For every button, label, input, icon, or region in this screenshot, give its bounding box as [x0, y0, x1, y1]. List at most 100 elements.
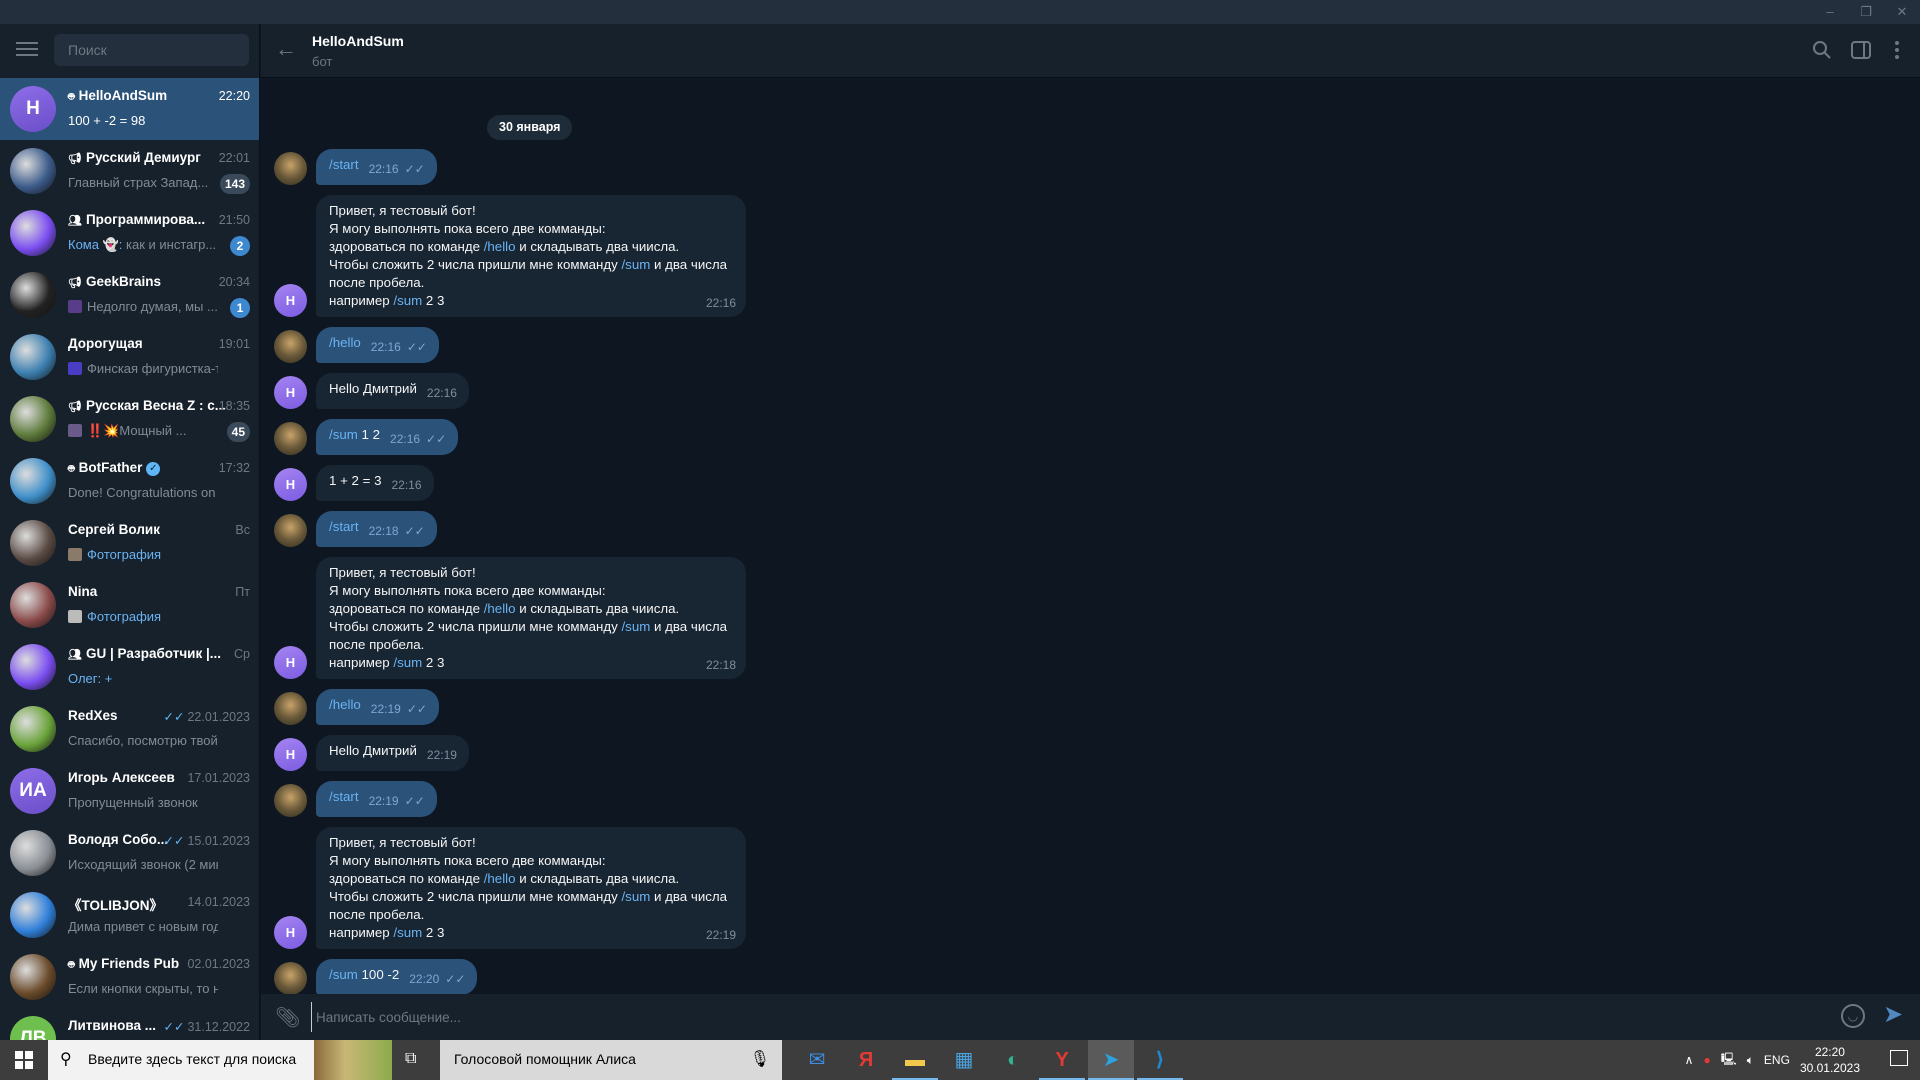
command-link[interactable]: /hello [484, 871, 516, 886]
chat-list-item[interactable]: RedXes ✓✓ 22.01.2023 Спасибо, посмотрю твой… [0, 698, 259, 760]
chat-list-item[interactable]: Володя Собо... ✓✓ 15.01.2023 Исходящий звон… [0, 822, 259, 884]
language-indicator[interactable]: ENG [1764, 1053, 1790, 1067]
vscode-taskbar-icon[interactable]: ⟩ [1137, 1040, 1183, 1080]
message-text: и два числа [650, 889, 728, 904]
yandex-browser-taskbar-icon[interactable]: Y [1039, 1040, 1085, 1080]
bot-avatar[interactable]: H [274, 916, 307, 949]
volume-icon[interactable]: 🔈︎ [1747, 1053, 1754, 1068]
command-link[interactable]: /sum [393, 925, 422, 940]
chat-list-item[interactable]: 📢︎ Русская Весна Z : с... 18:35 ‼️💥Мощный .… [0, 388, 259, 450]
emoji-icon[interactable]: ◡ [1841, 1004, 1865, 1028]
message-text: и два числа [650, 619, 728, 634]
command-link[interactable]: /sum [621, 257, 650, 272]
chat-list-item[interactable]: 📢︎ GeekBrains 20:34 Недолго думая, мы ... 1 [0, 264, 259, 326]
command-link[interactable]: /sum [621, 619, 650, 634]
command-link[interactable]: /hello [484, 239, 516, 254]
clock[interactable]: 22:20 30.01.2023 [1800, 1044, 1860, 1076]
task-view-icon[interactable]: ⧉ [405, 1050, 416, 1068]
bot-avatar[interactable]: H [274, 738, 307, 771]
alice-voice-assistant[interactable]: Голосовой помощник Алиса 🎙︎ [440, 1040, 782, 1080]
chat-list-item[interactable]: ИА Игорь Алексеев 17.01.2023 Пропущенный зв… [0, 760, 259, 822]
command-link[interactable]: /sum [393, 655, 422, 670]
telegram-taskbar-icon[interactable]: ➤ [1088, 1040, 1134, 1080]
bot-icon: 🤖︎ [68, 959, 75, 971]
attach-icon[interactable]: 📎︎ [275, 1005, 300, 1030]
user-avatar[interactable] [274, 962, 307, 994]
chat-list-item[interactable]: Дорогущая 19:01Финская фигуристка-тр... [0, 326, 259, 388]
user-avatar[interactable] [274, 784, 307, 817]
chat-list-item[interactable]: 🤖︎ BotFather ✓ 17:32 Done! Congratulations o… [0, 450, 259, 512]
bot-avatar[interactable]: H [274, 468, 307, 501]
message-line: Я могу выполнять пока всего две комманды… [329, 582, 733, 600]
more-options-icon[interactable] [1885, 38, 1909, 62]
avatar: ИА [10, 768, 56, 814]
command-link[interactable]: /hello [484, 601, 516, 616]
user-avatar[interactable] [274, 514, 307, 547]
outgoing-message: /start 22:16 ✓✓ [316, 149, 437, 185]
double-check-icon: ✓✓ [406, 702, 427, 716]
command-link[interactable]: /hello [329, 697, 361, 712]
chat-list-item[interactable]: Сергей Волик Вс Фотография [0, 512, 259, 574]
bot-icon: 🤖︎ [68, 91, 75, 103]
command-link[interactable]: /start [329, 789, 359, 804]
chat-list-item[interactable]: 《TOLIBJON》 14.01.2023 Дима привет с новым … [0, 884, 259, 946]
chat-name-text: GeekBrains [85, 274, 162, 289]
tray-expand-icon[interactable]: ∧ [1685, 1053, 1694, 1067]
user-avatar[interactable] [274, 152, 307, 185]
chat-list-item[interactable]: 📢︎ Русский Демиург 22:01 Главный страх Запа… [0, 140, 259, 202]
notifications-icon[interactable] [1890, 1050, 1908, 1066]
chat-list-item[interactable]: 👥︎ GU | Разработчик |... Ср Олег: + [0, 636, 259, 698]
unread-badge: 45 [226, 422, 250, 442]
group-icon: 👥︎ [68, 649, 82, 661]
chat-list-item[interactable]: Nina Пт Фотография [0, 574, 259, 636]
chat-list-item[interactable]: ЛВ Литвинова ... ✓✓ 31.12.2022 [0, 1008, 259, 1040]
user-avatar[interactable] [274, 330, 307, 363]
chat-title[interactable]: HelloAndSum [312, 33, 404, 49]
bot-avatar[interactable]: H [274, 284, 307, 317]
command-link[interactable]: /sum [329, 967, 358, 982]
chat-name-text: BotFather [78, 460, 143, 475]
user-avatar[interactable] [274, 692, 307, 725]
chat-preview: Спасибо, посмотрю твой к... [68, 733, 218, 748]
command-link[interactable]: /hello [329, 335, 361, 350]
mail-taskbar-icon[interactable]: ✉ [794, 1040, 840, 1080]
outgoing-message: /hello 22:16 ✓✓ [316, 327, 439, 363]
bot-avatar[interactable]: H [274, 646, 307, 679]
avatar [10, 582, 56, 628]
command-link[interactable]: /sum [329, 427, 358, 442]
back-arrow-icon[interactable]: ← [275, 36, 297, 62]
search-input[interactable] [54, 34, 249, 66]
command-link[interactable]: /sum [393, 293, 422, 308]
taskbar-search[interactable]: ⚲ Введите здесь текст для поиска [48, 1040, 392, 1080]
search-icon[interactable] [1810, 38, 1834, 62]
message-time: 22:19 [705, 928, 736, 942]
command-link[interactable]: /start [329, 519, 359, 534]
message-input[interactable] [311, 1002, 1771, 1032]
chat-list-item[interactable]: 👥︎ Программирова... 21:50 Кома 👻: как и инс… [0, 202, 259, 264]
maximize-button[interactable]: ❐ [1848, 0, 1884, 24]
message-line: Чтобы сложить 2 числа пришли мне комманд… [329, 256, 733, 274]
minimize-button[interactable]: – [1812, 0, 1848, 24]
hamburger-menu-icon[interactable] [16, 42, 38, 58]
chat-list-item[interactable]: H 🤖︎ HelloAndSum 22:20 100 + -2 = 98 [0, 78, 259, 140]
store-taskbar-icon[interactable]: ▦ [941, 1040, 987, 1080]
bot-avatar[interactable]: H [274, 376, 307, 409]
network-icon[interactable]: 🖳︎ [1721, 1050, 1737, 1071]
edge-taskbar-icon[interactable]: ◐ [990, 1040, 1036, 1080]
microphone-muted-icon[interactable]: 🎙︎ [750, 1049, 770, 1069]
command-link[interactable]: /start [329, 157, 359, 172]
close-button[interactable]: ✕ [1884, 0, 1920, 24]
yandex-taskbar-icon[interactable]: Я [843, 1040, 889, 1080]
command-link[interactable]: /sum [621, 889, 650, 904]
chat-list-item[interactable]: 🤖︎ My Friends Pub 02.01.2023 Если кнопки ск… [0, 946, 259, 1008]
user-avatar[interactable] [274, 422, 307, 455]
chat-name: 🤖︎ BotFather ✓ [68, 460, 161, 477]
chat-name-text: HelloAndSum [78, 88, 168, 103]
explorer-taskbar-icon[interactable]: ▬ [892, 1040, 938, 1080]
sidebar-toggle-icon[interactable] [1849, 38, 1873, 62]
double-check-icon: ✓✓ [406, 340, 427, 354]
antivirus-icon[interactable]: ● [1703, 1053, 1710, 1067]
send-icon[interactable]: ➤ [1883, 1000, 1903, 1029]
windows-start-icon[interactable] [0, 1040, 48, 1080]
message-text: 2 3 [422, 293, 445, 308]
